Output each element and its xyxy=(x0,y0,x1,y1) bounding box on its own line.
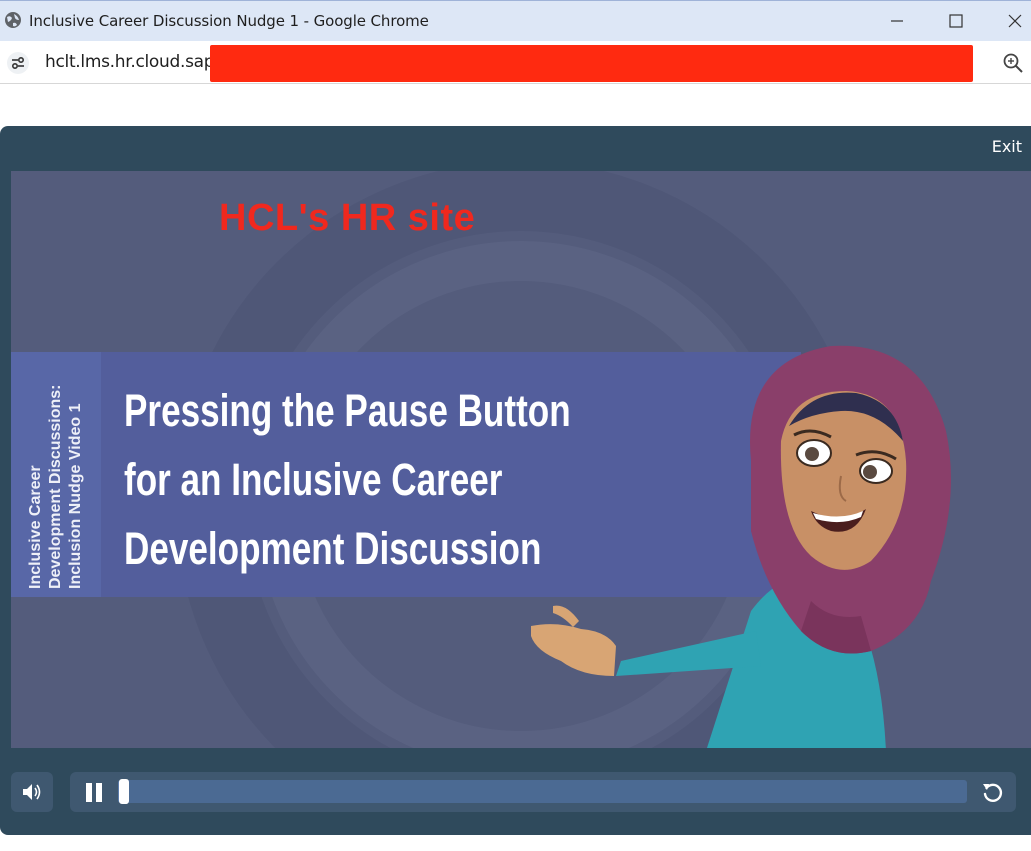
headline-line: for an Inclusive Career xyxy=(124,454,503,505)
maximize-icon xyxy=(949,14,963,28)
speaker-icon xyxy=(23,784,41,800)
window-title: Inclusive Career Discussion Nudge 1 - Go… xyxy=(29,12,429,30)
side-tab-text: Inclusive Career Development Discussions… xyxy=(26,359,86,590)
minimize-icon xyxy=(891,20,903,22)
replay-icon[interactable] xyxy=(980,780,1004,804)
headline-line: Development Discussion xyxy=(124,523,542,574)
globe-icon xyxy=(5,12,21,28)
headline-line: Pressing the Pause Button xyxy=(124,385,571,436)
presenter-character xyxy=(531,345,951,748)
pause-button[interactable] xyxy=(84,783,104,803)
zoom-icon[interactable] xyxy=(1002,52,1024,74)
progress-thumb[interactable] xyxy=(119,779,129,804)
side-tab-line: Inclusion Nudge Video 1 xyxy=(67,403,84,589)
redacted-url-region xyxy=(210,45,973,82)
side-tab: Inclusive Career Development Discussions… xyxy=(11,352,101,597)
playback-control-bar xyxy=(70,772,1016,812)
slide-headline: Pressing the Pause Button for an Inclusi… xyxy=(124,376,571,583)
maximize-button[interactable] xyxy=(928,1,984,41)
site-settings-icon[interactable] xyxy=(7,52,29,74)
volume-button[interactable] xyxy=(11,772,53,812)
close-icon xyxy=(1008,14,1022,28)
pause-icon-bar xyxy=(86,783,92,802)
video-stage[interactable]: HCL's HR site Inclusive Career Developme… xyxy=(11,171,1031,748)
side-tab-line: Inclusive Career xyxy=(27,465,44,589)
browser-title-bar: Inclusive Career Discussion Nudge 1 - Go… xyxy=(0,0,1031,41)
exit-button[interactable]: Exit xyxy=(992,137,1022,156)
url-text[interactable]: hclt.lms.hr.cloud.sap/ xyxy=(45,52,220,72)
progress-track[interactable] xyxy=(118,780,967,803)
minimize-button[interactable] xyxy=(869,1,925,41)
pause-icon-bar xyxy=(96,783,102,802)
video-player: Exit HCL's HR site Inclusive Career Deve… xyxy=(0,126,1031,835)
side-tab-line: Development Discussions: xyxy=(47,384,64,590)
overlay-caption: HCL's HR site xyxy=(219,197,476,239)
close-button[interactable] xyxy=(987,1,1031,41)
